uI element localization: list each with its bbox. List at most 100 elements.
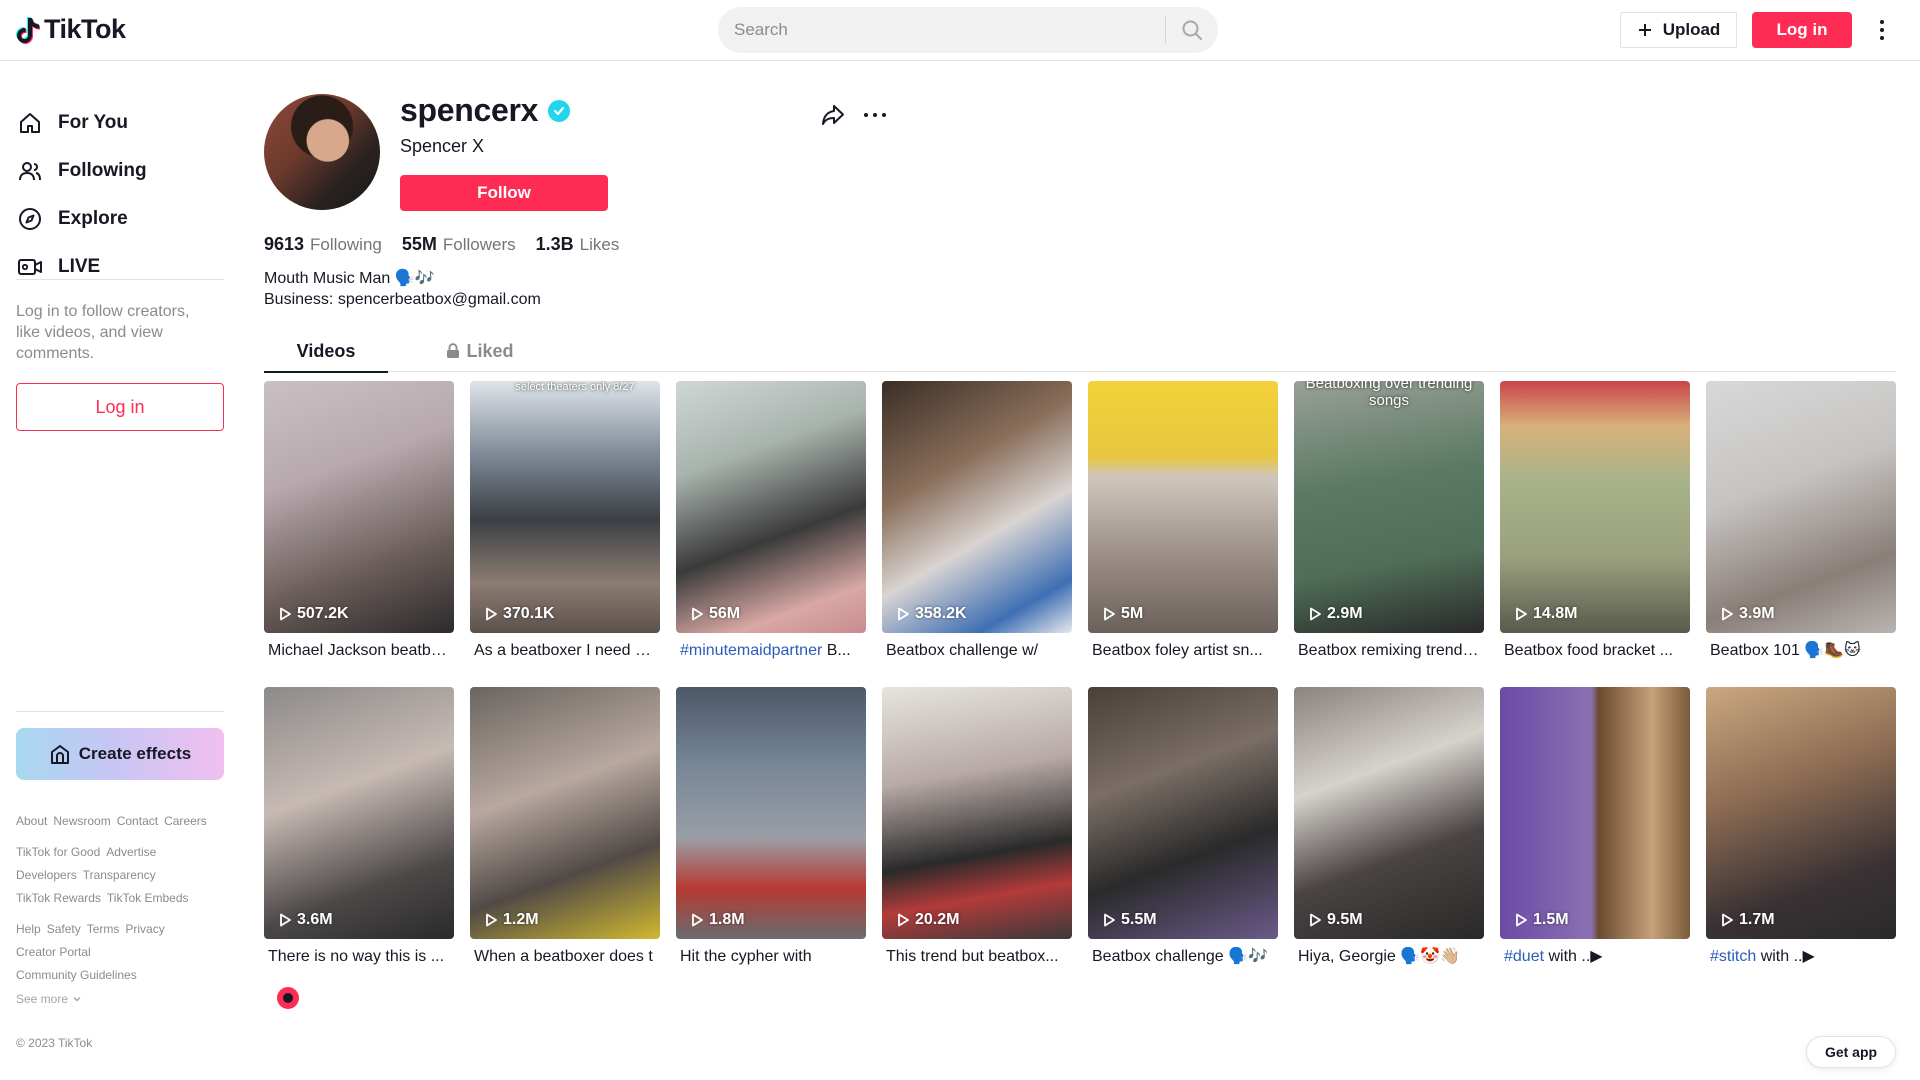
footer-link-contact[interactable]: Contact [117, 814, 158, 828]
see-more-button[interactable]: See more [16, 992, 82, 1006]
footer-link-community-guidelines[interactable]: Community Guidelines [16, 968, 137, 982]
tab-liked[interactable]: Liked [418, 330, 542, 372]
video-card[interactable]: 20.2M This trend but beatbox... [882, 687, 1072, 967]
more-options-icon[interactable] [1872, 18, 1892, 42]
video-card[interactable]: 358.2K Beatbox challenge w/ [882, 381, 1072, 661]
follow-button[interactable]: Follow [400, 175, 608, 211]
video-thumbnail[interactable]: 14.8M [1500, 381, 1690, 633]
search-button[interactable] [1166, 7, 1218, 53]
sidebar-login-button[interactable]: Log in [16, 383, 224, 431]
video-caption[interactable]: There is no way this is ... [264, 947, 450, 967]
footer-link-advertise[interactable]: Advertise [106, 845, 156, 859]
live-indicator-icon[interactable] [277, 987, 299, 1009]
video-caption[interactable]: #stitch with ..▶ [1706, 947, 1892, 967]
footer-link-help[interactable]: Help [16, 922, 41, 936]
footer-link-creator-portal[interactable]: Creator Portal [16, 945, 91, 959]
video-card[interactable]: 1.5M #duet with ..▶ [1500, 687, 1690, 967]
view-count-value: 5.5M [1121, 911, 1157, 928]
hashtag-link[interactable]: #minutemaidpartner [680, 642, 822, 659]
sidebar-item-live[interactable]: LIVE [16, 247, 100, 287]
video-caption[interactable]: Beatbox 101 🗣️🥾🐱 [1706, 641, 1892, 661]
profile-more-icon[interactable] [862, 104, 888, 126]
following-stat[interactable]: 9613 Following [264, 234, 382, 255]
video-thumbnail[interactable]: 5.5M [1088, 687, 1278, 939]
footer-link-careers[interactable]: Careers [164, 814, 207, 828]
display-name: Spencer X [400, 136, 485, 156]
video-card[interactable]: 507.2K Michael Jackson beatbox... [264, 381, 454, 661]
avatar[interactable] [264, 94, 380, 210]
footer-links-row: Developers Transparency [16, 868, 156, 882]
footer-link-developers[interactable]: Developers [16, 868, 77, 882]
video-thumbnail[interactable]: 9.5M [1294, 687, 1484, 939]
video-thumbnail[interactable]: 358.2K [882, 381, 1072, 633]
video-caption[interactable]: As a beatboxer I need my [470, 641, 656, 661]
view-count: 1.5M [1514, 911, 1569, 929]
footer-link-privacy[interactable]: Privacy [125, 922, 164, 936]
video-card[interactable]: select theaters only 8/27 370.1K As a beat… [470, 381, 660, 661]
footer-link-transparency[interactable]: Transparency [83, 868, 156, 882]
video-caption[interactable]: Beatbox challenge 🗣️🎶 [1088, 947, 1274, 967]
video-thumbnail[interactable]: 20.2M [882, 687, 1072, 939]
video-thumbnail[interactable]: 5M [1088, 381, 1278, 633]
footer-link-tiktok-for-good[interactable]: TikTok for Good [16, 845, 100, 859]
followers-stat[interactable]: 55M Followers [402, 234, 516, 255]
video-thumbnail[interactable]: 1.2M [470, 687, 660, 939]
tiktok-logo[interactable]: TikTok [16, 14, 126, 45]
video-card[interactable]: 5M Beatbox foley artist sn... [1088, 381, 1278, 661]
hashtag-link[interactable]: #stitch [1710, 948, 1756, 965]
video-card[interactable]: 3.6M There is no way this is ... [264, 687, 454, 967]
video-caption[interactable]: #duet with ..▶ [1500, 947, 1686, 967]
video-caption[interactable]: Hiya, Georgie 🗣️🤡👋🏼 [1294, 947, 1480, 967]
play-icon [280, 913, 291, 927]
get-app-button[interactable]: Get app [1806, 1036, 1896, 1068]
video-thumbnail[interactable]: 3.9M [1706, 381, 1896, 633]
caption-text: This trend but beatbox... [886, 948, 1059, 965]
play-icon [1310, 913, 1321, 927]
video-thumbnail[interactable]: Beatboxing over trending songs 2.9M [1294, 381, 1484, 633]
share-icon[interactable] [820, 102, 846, 128]
create-effects-button[interactable]: Create effects [16, 728, 224, 780]
video-card[interactable]: Beatboxing over trending songs 2.9M Beatbo… [1294, 381, 1484, 661]
video-caption[interactable]: Beatbox remixing trending [1294, 641, 1480, 661]
video-thumbnail[interactable]: 1.5M [1500, 687, 1690, 939]
footer-link-terms[interactable]: Terms [87, 922, 120, 936]
sidebar-item-for-you[interactable]: For You [16, 103, 128, 143]
video-caption[interactable]: Beatbox foley artist sn... [1088, 641, 1274, 661]
sidebar-item-explore[interactable]: Explore [16, 199, 128, 239]
footer-link-safety[interactable]: Safety [47, 922, 81, 936]
video-caption[interactable]: Michael Jackson beatbox... [264, 641, 450, 661]
video-card[interactable]: 3.9M Beatbox 101 🗣️🥾🐱 [1706, 381, 1896, 661]
video-thumbnail[interactable]: 56M [676, 381, 866, 633]
video-card[interactable]: 1.2M When a beatboxer does t [470, 687, 660, 967]
footer-link-about[interactable]: About [16, 814, 47, 828]
video-caption[interactable]: This trend but beatbox... [882, 947, 1068, 967]
video-card[interactable]: 14.8M Beatbox food bracket ... [1500, 381, 1690, 661]
video-caption[interactable]: #minutemaidpartner B... [676, 641, 862, 661]
hashtag-link[interactable]: #duet [1504, 948, 1544, 965]
video-card[interactable]: 1.7M #stitch with ..▶ [1706, 687, 1896, 967]
upload-button[interactable]: Upload [1620, 12, 1737, 48]
sidebar-item-following[interactable]: Following [16, 151, 147, 191]
video-card[interactable]: 5.5M Beatbox challenge 🗣️🎶 [1088, 687, 1278, 967]
tab-videos[interactable]: Videos [264, 330, 388, 373]
search-input[interactable] [718, 7, 1165, 53]
video-caption[interactable]: When a beatboxer does t [470, 947, 656, 967]
footer-link-tiktok-rewards[interactable]: TikTok Rewards [16, 891, 101, 905]
video-caption[interactable]: Beatbox challenge w/ [882, 641, 1068, 661]
video-caption[interactable]: Beatbox food bracket ... [1500, 641, 1686, 661]
video-card[interactable]: 1.8M Hit the cypher with [676, 687, 866, 967]
video-thumbnail[interactable]: 3.6M [264, 687, 454, 939]
video-thumbnail[interactable]: 507.2K [264, 381, 454, 633]
footer-link-newsroom[interactable]: Newsroom [53, 814, 110, 828]
video-card[interactable]: 56M #minutemaidpartner B... [676, 381, 866, 661]
view-count: 1.8M [690, 911, 745, 929]
footer-link-tiktok-embeds[interactable]: TikTok Embeds [107, 891, 189, 905]
video-thumbnail[interactable]: select theaters only 8/27 370.1K [470, 381, 660, 633]
video-caption[interactable]: Hit the cypher with [676, 947, 862, 967]
video-thumbnail[interactable]: 1.7M [1706, 687, 1896, 939]
header-login-button[interactable]: Log in [1752, 12, 1852, 48]
video-card[interactable]: 9.5M Hiya, Georgie 🗣️🤡👋🏼 [1294, 687, 1484, 967]
video-thumbnail[interactable]: 1.8M [676, 687, 866, 939]
view-count: 507.2K [278, 605, 349, 623]
chevron-down-icon [73, 997, 81, 1002]
